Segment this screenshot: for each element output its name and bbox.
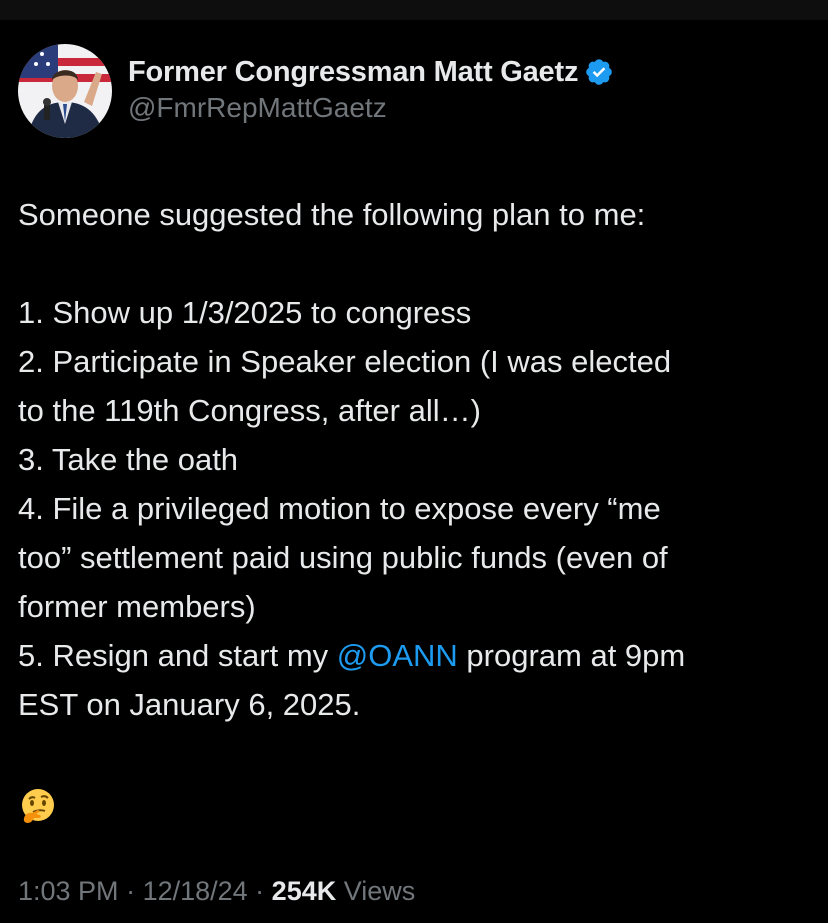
meta-separator: · — [247, 876, 272, 906]
tweet-time[interactable]: 1:03 PM — [18, 876, 119, 906]
tweet-text: Someone suggested the following plan to … — [18, 190, 818, 840]
avatar[interactable] — [18, 44, 112, 138]
verified-badge-icon[interactable] — [584, 57, 614, 87]
plan-item-4-line-2: too” settlement paid using public funds … — [18, 540, 668, 575]
display-name[interactable]: Former Congressman Matt Gaetz — [128, 56, 578, 89]
plan-item-4-line-1: 4. File a privileged motion to expose ev… — [18, 491, 661, 526]
views-label: Views — [336, 876, 416, 906]
tweet-header: Former Congressman Matt Gaetz @FmrRepMat… — [18, 44, 614, 138]
plan-item-2-line-2: to the 119th Congress, after all…) — [18, 393, 481, 428]
plan-item-5-line-1: 5. Resign and start my @OANN program at … — [18, 631, 818, 680]
tweet-date[interactable]: 12/18/24 — [143, 876, 248, 906]
name-row: Former Congressman Matt Gaetz — [128, 52, 614, 92]
plan-item-3: 3. Take the oath — [18, 442, 239, 477]
views-count[interactable]: 254K — [272, 876, 337, 906]
plan-item-5-line-2: EST on January 6, 2025. — [18, 687, 361, 722]
plan-item-4-line-3: former members) — [18, 589, 256, 624]
profile-photo-icon — [18, 44, 112, 138]
handle[interactable]: @FmrRepMattGaetz — [128, 92, 614, 124]
author-block: Former Congressman Matt Gaetz @FmrRepMat… — [128, 52, 614, 124]
thinking-face-icon — [22, 789, 54, 823]
plan-item-2-line-1: 2. Participate in Speaker election (I wa… — [18, 344, 672, 379]
oann-mention-link[interactable]: @OANN — [337, 638, 458, 673]
plan-item-5-prefix: 5. Resign and start my — [18, 638, 337, 673]
tweet-intro: Someone suggested the following plan to … — [18, 197, 646, 232]
top-bar — [0, 0, 828, 20]
plan-item-5-suffix: program at 9pm — [457, 638, 686, 673]
emoji-line — [18, 778, 818, 840]
tweet-meta: 1:03 PM · 12/18/24 · 254K Views — [18, 876, 415, 907]
meta-separator: · — [118, 876, 143, 906]
plan-item-1: 1. Show up 1/3/2025 to congress — [18, 295, 472, 330]
